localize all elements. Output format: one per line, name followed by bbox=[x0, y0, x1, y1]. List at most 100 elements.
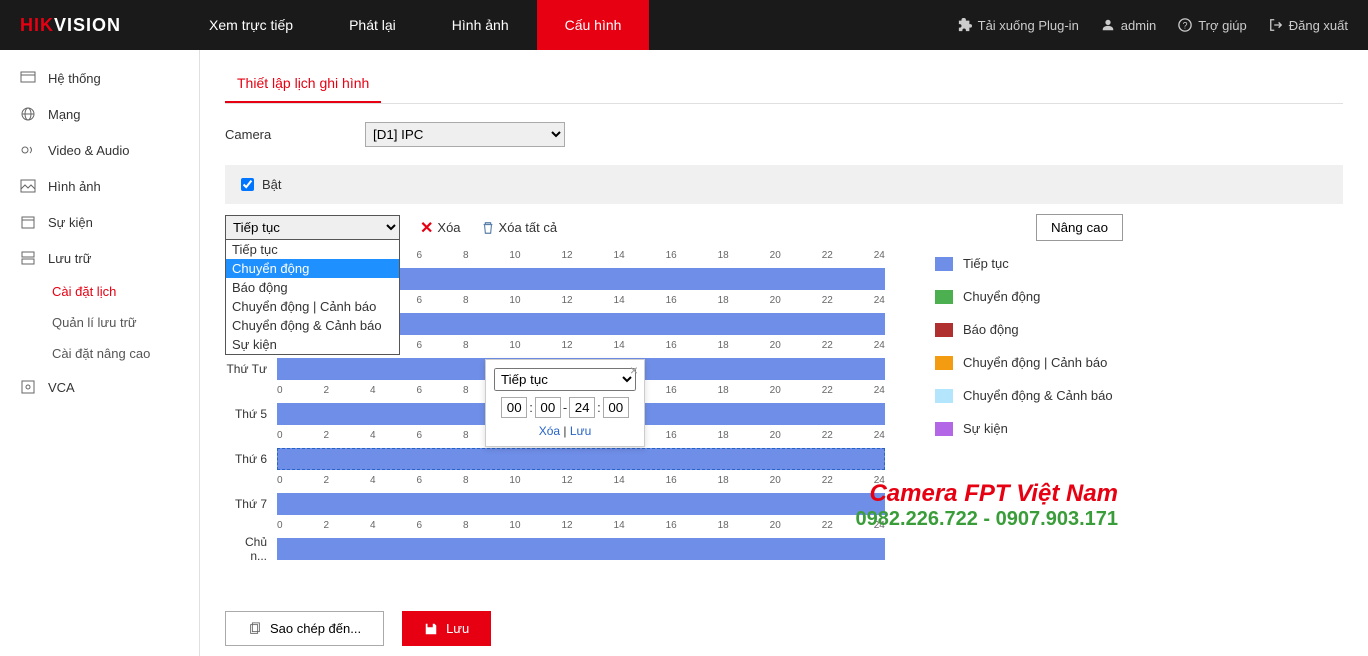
swatch-motion-and-alarm bbox=[935, 389, 953, 403]
sidebar-item-video-audio[interactable]: Video & Audio bbox=[0, 132, 199, 168]
dropdown-opt-alarm[interactable]: Báo động bbox=[226, 278, 399, 297]
day-label-sat: Thứ 7 bbox=[225, 497, 277, 511]
swatch-alarm bbox=[935, 323, 953, 337]
tab-record-schedule[interactable]: Thiết lập lịch ghi hình bbox=[225, 65, 381, 103]
sidebar-item-storage[interactable]: Lưu trữ bbox=[0, 240, 199, 276]
nav-live-view[interactable]: Xem trực tiếp bbox=[181, 0, 321, 50]
sidebar-subitem-schedule[interactable]: Cài đặt lịch bbox=[0, 276, 199, 307]
help-icon: ? bbox=[1178, 18, 1192, 32]
sidebar-item-vca[interactable]: VCA bbox=[0, 369, 199, 405]
sidebar-item-event[interactable]: Sự kiện bbox=[0, 204, 199, 240]
trash-icon bbox=[481, 221, 495, 235]
sidebar-image-label: Hình ảnh bbox=[48, 179, 101, 194]
legend: Tiếp tục Chuyển động Báo động Chuyển độn… bbox=[935, 256, 1113, 571]
legend-motion-or-alarm[interactable]: Chuyển động | Cảnh báo bbox=[935, 355, 1113, 370]
sidebar-network-label: Mạng bbox=[48, 107, 81, 122]
vca-icon bbox=[20, 379, 36, 395]
popup-end-hour[interactable] bbox=[569, 397, 595, 418]
save-icon bbox=[424, 622, 438, 636]
x-icon: ✕ bbox=[420, 218, 433, 238]
bar-sat[interactable] bbox=[277, 493, 885, 515]
logo-vision: VISION bbox=[54, 15, 121, 35]
day-label-sun: Chủ n... bbox=[225, 535, 277, 563]
camera-label: Camera bbox=[225, 127, 365, 142]
popup-start-min[interactable] bbox=[535, 397, 561, 418]
help-label: Trợ giúp bbox=[1198, 18, 1247, 33]
camera-select[interactable]: [D1] IPC bbox=[365, 122, 565, 147]
image-icon bbox=[20, 178, 36, 194]
legend-alarm[interactable]: Báo động bbox=[935, 322, 1113, 337]
sidebar-item-image[interactable]: Hình ảnh bbox=[0, 168, 199, 204]
popup-close-icon[interactable]: × bbox=[630, 362, 638, 378]
copy-icon bbox=[248, 622, 262, 636]
popup-start-hour[interactable] bbox=[501, 397, 527, 418]
svg-text:?: ? bbox=[1183, 21, 1188, 31]
delete-all-label: Xóa tất cả bbox=[499, 220, 558, 235]
globe-icon bbox=[20, 106, 36, 122]
timeline-fri[interactable]: 024681012141618202224 bbox=[277, 448, 885, 470]
dropdown-opt-motion-and-alarm[interactable]: Chuyển động & Cảnh báo bbox=[226, 316, 399, 335]
popup-end-min[interactable] bbox=[603, 397, 629, 418]
record-type-dropdown: Tiếp tục Chuyển động Báo động Chuyển độn… bbox=[225, 239, 400, 355]
plugin-download-link[interactable]: Tải xuống Plug-in bbox=[958, 18, 1079, 33]
system-icon bbox=[20, 70, 36, 86]
popup-delete-link[interactable]: Xóa bbox=[539, 424, 560, 438]
day-row-sun: Chủ n... 024681012141618202224 bbox=[225, 526, 885, 571]
advanced-button[interactable]: Nâng cao bbox=[1036, 214, 1123, 241]
day-label-thu: Thứ 5 bbox=[225, 407, 277, 421]
puzzle-icon bbox=[958, 18, 972, 32]
video-audio-icon bbox=[20, 142, 36, 158]
popup-save-link[interactable]: Lưu bbox=[570, 424, 591, 438]
sidebar: Hệ thống Mạng Video & Audio Hình ảnh Sự … bbox=[0, 50, 200, 656]
nav-items: Xem trực tiếp Phát lại Hình ảnh Cấu hình bbox=[181, 0, 649, 50]
popup-type-select[interactable]: Tiếp tục bbox=[494, 368, 636, 391]
swatch-event bbox=[935, 422, 953, 436]
logout-link[interactable]: Đăng xuất bbox=[1269, 18, 1348, 33]
enable-label: Bật bbox=[262, 177, 282, 192]
segment-editor-popup: × Tiếp tục : - : Xóa | Lưu bbox=[485, 359, 645, 447]
legend-motion[interactable]: Chuyển động bbox=[935, 289, 1113, 304]
user-menu[interactable]: admin bbox=[1101, 18, 1156, 33]
delete-button[interactable]: ✕ Xóa bbox=[420, 218, 461, 238]
bar-sun[interactable] bbox=[277, 538, 885, 560]
sidebar-item-system[interactable]: Hệ thống bbox=[0, 60, 199, 96]
user-label: admin bbox=[1121, 18, 1156, 33]
copy-to-button[interactable]: Sao chép đến... bbox=[225, 611, 384, 646]
timeline-sat[interactable]: 024681012141618202224 bbox=[277, 493, 885, 515]
dropdown-opt-motion[interactable]: Chuyển động bbox=[226, 259, 399, 278]
sidebar-subitem-advanced[interactable]: Cài đặt nâng cao bbox=[0, 338, 199, 369]
dropdown-opt-motion-or-alarm[interactable]: Chuyển động | Cảnh báo bbox=[226, 297, 399, 316]
nav-configuration[interactable]: Cấu hình bbox=[537, 0, 650, 50]
sidebar-item-network[interactable]: Mạng bbox=[0, 96, 199, 132]
top-navbar: HIKVISION Xem trực tiếp Phát lại Hình ản… bbox=[0, 0, 1368, 50]
legend-continuous[interactable]: Tiếp tục bbox=[935, 256, 1113, 271]
main-content: Thiết lập lịch ghi hình Camera [D1] IPC … bbox=[200, 50, 1368, 656]
sidebar-system-label: Hệ thống bbox=[48, 71, 101, 86]
event-icon bbox=[20, 214, 36, 230]
swatch-motion bbox=[935, 290, 953, 304]
bar-fri[interactable] bbox=[277, 448, 885, 470]
plugin-download-label: Tải xuống Plug-in bbox=[978, 18, 1079, 33]
nav-picture[interactable]: Hình ảnh bbox=[424, 0, 537, 50]
dropdown-opt-continuous[interactable]: Tiếp tục bbox=[226, 240, 399, 259]
tab-header: Thiết lập lịch ghi hình bbox=[225, 65, 1343, 104]
legend-event[interactable]: Sự kiện bbox=[935, 421, 1113, 436]
day-label-wed: Thứ Tư bbox=[225, 362, 277, 376]
timeline-sun[interactable]: 024681012141618202224 bbox=[277, 538, 885, 560]
record-type-select[interactable]: Tiếp tục bbox=[225, 215, 400, 240]
sidebar-subitem-manage[interactable]: Quản lí lưu trữ bbox=[0, 307, 199, 338]
enable-checkbox[interactable] bbox=[241, 178, 254, 191]
swatch-motion-or-alarm bbox=[935, 356, 953, 370]
logout-icon bbox=[1269, 18, 1283, 32]
legend-motion-and-alarm[interactable]: Chuyển động & Cảnh báo bbox=[935, 388, 1113, 403]
enable-row: Bật bbox=[225, 165, 1343, 204]
delete-label: Xóa bbox=[437, 220, 460, 235]
storage-icon bbox=[20, 250, 36, 266]
nav-playback[interactable]: Phát lại bbox=[321, 0, 424, 50]
help-link[interactable]: ? Trợ giúp bbox=[1178, 18, 1247, 33]
delete-all-button[interactable]: Xóa tất cả bbox=[481, 220, 558, 235]
sidebar-va-label: Video & Audio bbox=[48, 143, 129, 158]
top-right: Tải xuống Plug-in admin ? Trợ giúp Đăng … bbox=[958, 18, 1348, 33]
save-button[interactable]: Lưu bbox=[402, 611, 491, 646]
dropdown-opt-event[interactable]: Sự kiện bbox=[226, 335, 399, 354]
